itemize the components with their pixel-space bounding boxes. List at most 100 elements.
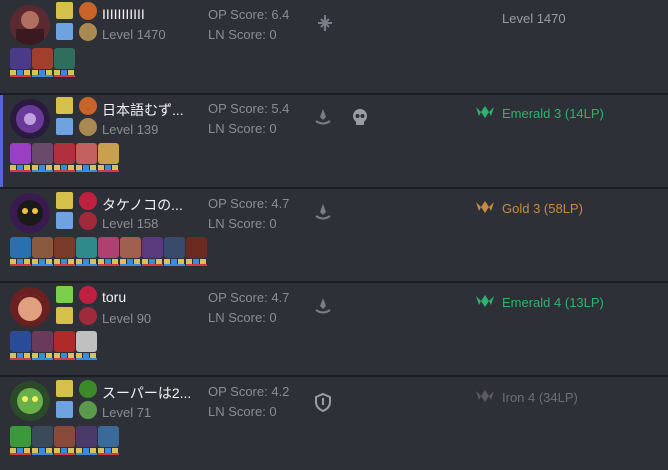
op-score: OP Score: 4.7	[208, 196, 290, 211]
ln-score: LN Score: 0	[208, 216, 277, 231]
champion-portrait	[76, 331, 97, 352]
champion-unit[interactable]	[54, 426, 75, 455]
star-bar	[10, 453, 31, 455]
fork-position-icon	[318, 15, 332, 31]
summoner-spell-icon	[56, 192, 73, 209]
anchor-position-icon	[315, 204, 331, 220]
star-bar	[54, 75, 75, 77]
ln-score: LN Score: 0	[208, 121, 277, 136]
champion-portrait	[54, 48, 75, 69]
champion-unit[interactable]	[186, 237, 207, 266]
champion-unit[interactable]	[32, 48, 53, 77]
champion-unit[interactable]	[32, 237, 53, 266]
champion-portrait	[32, 331, 53, 352]
champion-portrait	[54, 237, 75, 258]
player-row[interactable]: スーパーは2... Level 71 OP Score: 4.2 LN Scor…	[0, 377, 668, 470]
champion-unit[interactable]	[98, 426, 119, 455]
rank-crest-icon	[476, 106, 494, 118]
champion-list	[10, 331, 97, 360]
champion-unit[interactable]	[10, 143, 31, 172]
champion-unit[interactable]	[10, 48, 31, 77]
star-bar	[164, 264, 185, 266]
player-row[interactable]: toru Level 90 OP Score: 4.7 LN Score: 0 …	[0, 283, 668, 375]
champion-unit[interactable]	[76, 426, 97, 455]
champion-portrait	[76, 426, 97, 447]
player-level: Level 158	[102, 216, 159, 231]
player-level: Level 1470	[102, 27, 166, 42]
champion-unit[interactable]	[32, 426, 53, 455]
rank-text: Emerald 4 (13LP)	[502, 295, 604, 310]
star-bar	[32, 358, 53, 360]
star-bar	[54, 358, 75, 360]
avatar	[10, 193, 50, 233]
rune-icon	[79, 212, 97, 230]
player-name[interactable]: IIIIIIIIIII	[102, 6, 145, 22]
champion-unit[interactable]	[54, 143, 75, 172]
star-bar	[76, 453, 97, 455]
champion-portrait	[10, 237, 31, 258]
star-bar	[10, 358, 31, 360]
champion-portrait	[98, 426, 119, 447]
champion-portrait	[10, 143, 31, 164]
op-score: OP Score: 5.4	[208, 101, 290, 116]
champion-portrait	[120, 237, 141, 258]
champion-unit[interactable]	[76, 143, 97, 172]
ln-score: LN Score: 0	[208, 404, 277, 419]
star-bar	[10, 264, 31, 266]
champion-unit[interactable]	[120, 237, 141, 266]
champion-unit[interactable]	[164, 237, 185, 266]
champion-portrait	[164, 237, 185, 258]
star-bar	[32, 75, 53, 77]
champion-unit[interactable]	[10, 237, 31, 266]
avatar	[10, 5, 50, 45]
star-bar	[142, 264, 163, 266]
summoner-spell-icon	[56, 401, 73, 418]
champion-portrait	[32, 237, 53, 258]
summoner-spell-icon	[56, 23, 73, 40]
player-name[interactable]: 日本語むず...	[102, 100, 184, 120]
champion-portrait	[10, 48, 31, 69]
player-row[interactable]: タケノコの... Level 158 OP Score: 4.7 LN Scor…	[0, 189, 668, 281]
player-row[interactable]: IIIIIIIIIII Level 1470 OP Score: 6.4 LN …	[0, 0, 668, 93]
player-name[interactable]: toru	[102, 289, 126, 305]
player-name[interactable]: タケノコの...	[102, 195, 183, 215]
player-row[interactable]: 日本語むず... Level 139 OP Score: 5.4 LN Scor…	[0, 95, 668, 187]
player-name[interactable]: スーパーは2...	[102, 383, 191, 403]
summoner-spell-icon	[56, 118, 73, 135]
avatar	[10, 381, 50, 421]
champion-unit[interactable]	[76, 237, 97, 266]
champion-unit[interactable]	[54, 48, 75, 77]
rune-icon	[79, 380, 97, 398]
summoner-spell-icon	[56, 286, 73, 303]
rune-icon	[79, 97, 97, 115]
champion-unit[interactable]	[76, 331, 97, 360]
rune-icon	[79, 307, 97, 325]
champion-unit[interactable]	[54, 331, 75, 360]
champion-unit[interactable]	[142, 237, 163, 266]
champion-unit[interactable]	[98, 143, 119, 172]
summoner-spell-icon	[56, 307, 73, 324]
champion-unit[interactable]	[10, 426, 31, 455]
summoner-spell-icon	[56, 212, 73, 229]
champion-unit[interactable]	[98, 237, 119, 266]
skull-icon	[353, 109, 367, 125]
player-level: Level 139	[102, 122, 159, 137]
champion-unit[interactable]	[10, 331, 31, 360]
star-bar	[76, 358, 97, 360]
star-bar	[98, 170, 119, 172]
champion-portrait	[54, 426, 75, 447]
rank-text: Gold 3 (58LP)	[502, 201, 583, 216]
champion-list	[10, 426, 119, 455]
rank-text: Emerald 3 (14LP)	[502, 106, 604, 121]
star-bar	[98, 453, 119, 455]
champion-portrait	[186, 237, 207, 258]
star-bar	[32, 453, 53, 455]
rank-text: Iron 4 (34LP)	[502, 390, 578, 405]
champion-unit[interactable]	[32, 331, 53, 360]
star-bar	[32, 170, 53, 172]
rune-icon	[79, 401, 97, 419]
champion-unit[interactable]	[54, 237, 75, 266]
champion-unit[interactable]	[32, 143, 53, 172]
star-bar	[76, 264, 97, 266]
shield-position-icon	[315, 392, 331, 412]
